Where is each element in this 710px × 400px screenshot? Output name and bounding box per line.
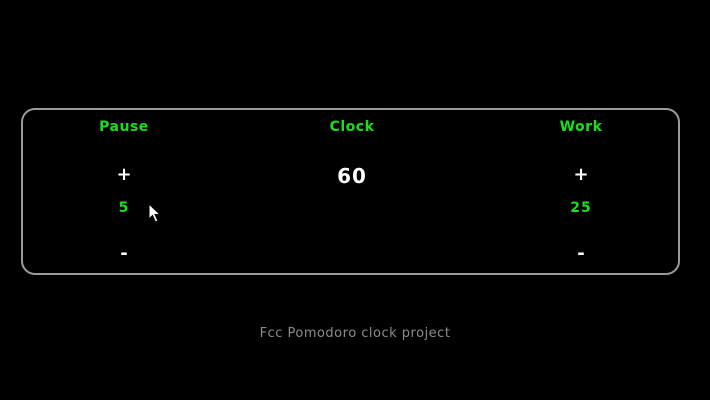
app-stage: Pause + 5 - Clock 60 Work + 25 - Fcc Pom… [0,0,710,400]
pause-decrement-button[interactable]: - [109,245,139,263]
pause-title: Pause [99,119,149,135]
clock-display: 60 [337,164,367,188]
clock-title: Clock [329,119,375,135]
footer-caption: Fcc Pomodoro clock project [259,326,451,341]
work-increment-button[interactable]: + [566,166,596,184]
work-title: Work [559,119,603,135]
pause-increment-button[interactable]: + [109,166,139,184]
work-value: 25 [570,200,592,216]
work-decrement-button[interactable]: - [566,245,596,263]
mouse-pointer-icon [148,203,162,223]
pause-value: 5 [118,200,130,216]
